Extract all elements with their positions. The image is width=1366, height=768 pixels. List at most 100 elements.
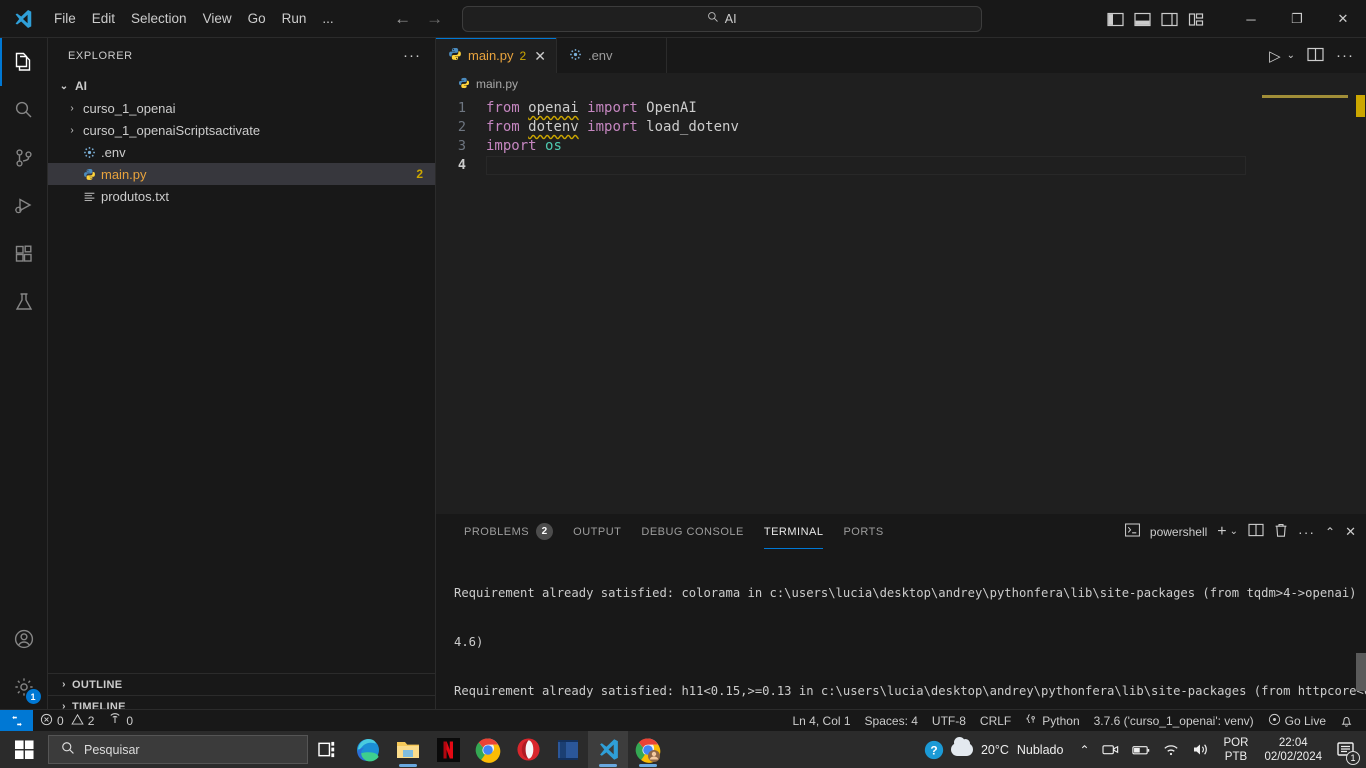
menu-more[interactable]: ... — [314, 7, 341, 31]
weather-widget[interactable]: 20°C Nublado — [950, 737, 1074, 757]
chevron-down-icon[interactable]: ⌄ — [1287, 50, 1295, 61]
run-python-file-icon[interactable]: ▷ — [1269, 47, 1281, 65]
warning-icon — [70, 713, 84, 729]
show-hidden-icons-button[interactable]: ⌃ — [1073, 731, 1095, 768]
settings-button[interactable]: 1 — [0, 663, 48, 711]
help-button[interactable]: ? — [917, 731, 951, 768]
editor-more-actions[interactable]: ··· — [1336, 47, 1354, 64]
taskbar-app-google-chrome[interactable] — [468, 731, 508, 768]
maximize-panel-icon[interactable]: ⌃ — [1325, 525, 1335, 539]
tree-item-env[interactable]: .env — [48, 141, 435, 163]
back-arrow-icon[interactable]: ← — [394, 9, 412, 29]
tree-root-ai[interactable]: ⌄ AI — [48, 75, 435, 97]
problems-status[interactable]: 0 2 — [33, 710, 101, 732]
tab-problems[interactable]: PROBLEMS 2 — [454, 514, 563, 549]
taskbar-app-chrome-profile[interactable] — [628, 731, 668, 768]
toggle-secondary-sidebar-icon[interactable] — [1160, 10, 1179, 29]
battery-tray-icon[interactable] — [1125, 731, 1156, 768]
tab-env[interactable]: .env — [556, 38, 667, 73]
minimap[interactable] — [1262, 95, 1352, 555]
explorer-more-actions[interactable]: ··· — [397, 47, 427, 64]
tree-item-curso-1-openai-scripts-activate[interactable]: › curso_1_openaiScriptsactivate — [48, 119, 435, 141]
indentation-setting[interactable]: Spaces: 4 — [858, 710, 925, 732]
scrollbar-thumb[interactable] — [1356, 653, 1366, 691]
go-live-button[interactable]: Go Live — [1261, 710, 1333, 732]
taskbar-app-netflix[interactable] — [428, 731, 468, 768]
taskbar-app-word[interactable] — [548, 731, 588, 768]
menu-run[interactable]: Run — [274, 7, 315, 31]
chevron-down-icon[interactable]: ⌄ — [1230, 526, 1238, 537]
volume-tray-icon[interactable] — [1186, 731, 1216, 768]
close-icon[interactable]: ✕ — [534, 49, 546, 63]
forward-arrow-icon[interactable]: → — [426, 9, 444, 29]
taskbar-app-opera-gx[interactable] — [508, 731, 548, 768]
toggle-panel-icon[interactable] — [1133, 10, 1152, 29]
terminal-shell-name[interactable]: powershell — [1150, 525, 1207, 539]
tab-terminal[interactable]: TERMINAL — [754, 514, 834, 549]
menu-go[interactable]: Go — [240, 7, 274, 31]
sidebar-item-run-debug[interactable] — [0, 182, 48, 230]
notifications-button[interactable]: 1 — [1330, 731, 1362, 768]
system-tray: ? 20°C Nublado ⌃ POR PTB 22:04 02/02/202… — [917, 731, 1366, 768]
menu-selection[interactable]: Selection — [123, 7, 195, 31]
language-mode[interactable]: Python — [1018, 710, 1086, 732]
start-button[interactable] — [0, 731, 48, 768]
sidebar-item-testing[interactable] — [0, 278, 48, 326]
tab-ports[interactable]: PORTS — [833, 514, 893, 549]
minimize-button[interactable]: ─ — [1228, 0, 1274, 38]
tree-item-main-py[interactable]: main.py 2 — [48, 163, 435, 185]
outline-section[interactable]: › OUTLINE — [48, 673, 435, 695]
account-button[interactable] — [0, 615, 48, 663]
terminal-line: Requirement already satisfied: colorama … — [454, 585, 1366, 600]
customize-layout-icon[interactable] — [1187, 10, 1206, 29]
split-terminal-icon[interactable] — [1248, 523, 1264, 540]
panel-more-actions[interactable]: ··· — [1298, 524, 1315, 540]
tab-main-py[interactable]: main.py 2 ✕ — [436, 38, 557, 73]
taskbar-app-file-explorer[interactable] — [388, 731, 428, 768]
camera-tray-icon[interactable] — [1096, 731, 1125, 768]
language-indicator[interactable]: POR PTB — [1216, 736, 1257, 764]
broadcast-icon — [1268, 713, 1281, 729]
taskbar-app-microsoft-edge[interactable] — [348, 731, 388, 768]
breadcrumb[interactable]: main.py — [436, 73, 1366, 95]
eol-setting[interactable]: CRLF — [973, 710, 1018, 732]
wifi-tray-icon[interactable] — [1156, 731, 1186, 768]
new-terminal-button[interactable]: + — [1217, 523, 1226, 541]
cursor-position[interactable]: Ln 4, Col 1 — [786, 710, 858, 732]
tree-item-produtos-txt[interactable]: produtos.txt — [48, 185, 435, 207]
ports-status[interactable]: 0 — [101, 710, 140, 732]
chrome-profile-icon — [635, 737, 661, 763]
menu-file[interactable]: File — [46, 7, 84, 31]
python-interpreter[interactable]: 3.7.6 ('curso_1_openai': venv) — [1087, 710, 1261, 732]
menu-view[interactable]: View — [195, 7, 240, 31]
settings-badge: 1 — [25, 689, 41, 704]
remote-window-button[interactable] — [0, 709, 33, 732]
clock[interactable]: 22:04 02/02/2024 — [1256, 736, 1330, 764]
sidebar-item-extensions[interactable] — [0, 230, 48, 278]
toggle-primary-sidebar-icon[interactable] — [1106, 10, 1125, 29]
encoding-setting[interactable]: UTF-8 — [925, 710, 973, 732]
close-button[interactable]: ✕ — [1320, 0, 1366, 38]
menu-edit[interactable]: Edit — [84, 7, 123, 31]
taskbar-app-visual-studio-code[interactable] — [588, 731, 628, 768]
editor-actions: ▷ ⌄ ··· — [1269, 38, 1366, 73]
tab-output[interactable]: OUTPUT — [563, 514, 631, 549]
maximize-button[interactable]: ❐ — [1274, 0, 1320, 38]
tab-debug-console[interactable]: DEBUG CONSOLE — [631, 514, 753, 549]
command-center[interactable]: AI — [461, 5, 982, 32]
task-view-button[interactable] — [308, 731, 348, 768]
taskbar-search[interactable]: Pesquisar — [48, 735, 308, 764]
trash-icon[interactable] — [1274, 523, 1288, 541]
sidebar-item-explorer[interactable] — [0, 38, 48, 86]
tree-item-label: curso_1_openai — [83, 100, 176, 116]
close-panel-icon[interactable]: ✕ — [1345, 524, 1356, 540]
sidebar-item-source-control[interactable] — [0, 134, 48, 182]
notifications-button[interactable] — [1333, 710, 1360, 732]
code-content[interactable]: 1 from openai import OpenAI 2 from doten… — [436, 95, 1366, 175]
editor-scrollbar[interactable] — [1352, 95, 1366, 555]
split-editor-icon[interactable] — [1307, 47, 1324, 65]
tree-item-curso-1-openai[interactable]: › curso_1_openai — [48, 97, 435, 119]
sidebar-item-search[interactable] — [0, 86, 48, 134]
terminal-scrollbar[interactable] — [1356, 549, 1366, 717]
problems-badge: 2 — [536, 523, 554, 540]
